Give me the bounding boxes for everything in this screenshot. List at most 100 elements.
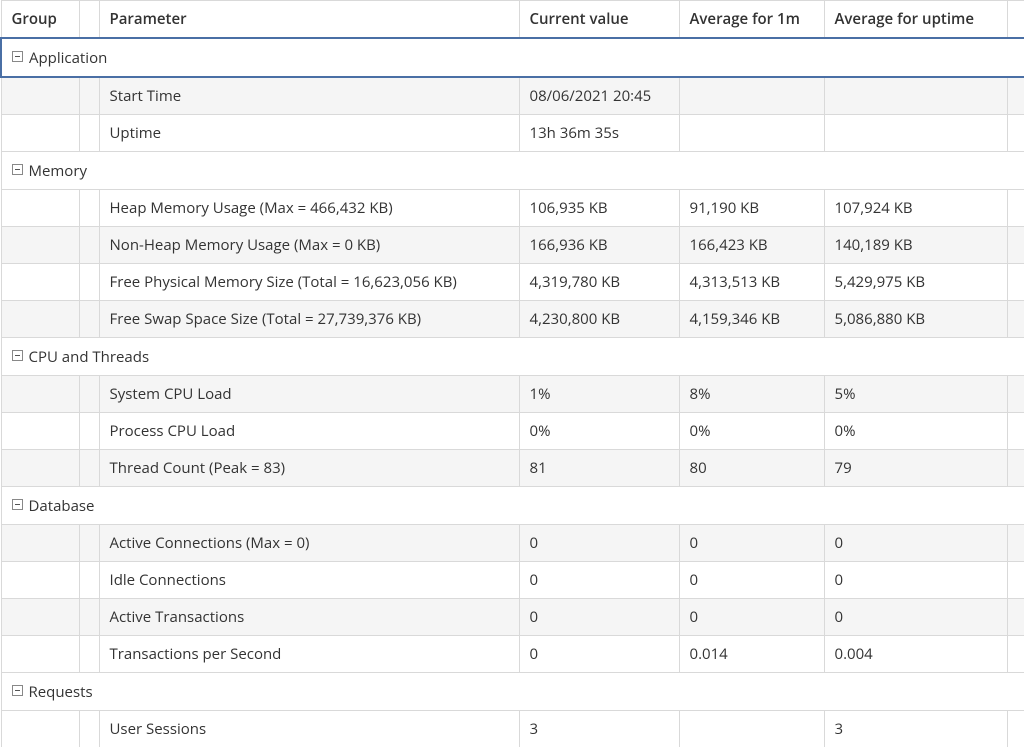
header-group[interactable]: Group: [1, 1, 79, 39]
cell-parameter: Thread Count (Peak = 83): [99, 449, 519, 486]
table-row[interactable]: Active Transactions000: [1, 598, 1024, 635]
cell-uptime: 3: [824, 710, 1007, 747]
cell-avg1m: 0: [679, 598, 824, 635]
cell-group: [1, 375, 79, 412]
cell-parameter: Active Connections (Max = 0): [99, 524, 519, 561]
table-row[interactable]: System CPU Load1%8%5%: [1, 375, 1024, 412]
collapse-icon[interactable]: [12, 51, 23, 62]
table-row[interactable]: Non-Heap Memory Usage (Max = 0 KB)166,93…: [1, 226, 1024, 263]
group-row[interactable]: Database: [1, 486, 1024, 524]
cell-group: [1, 561, 79, 598]
cell-extra: [1007, 635, 1024, 672]
cell-extra: [1007, 710, 1024, 747]
table-row[interactable]: Idle Connections000: [1, 561, 1024, 598]
table-row[interactable]: Start Time08/06/2021 20:45: [1, 77, 1024, 115]
cell-current: 0: [519, 598, 679, 635]
header-extra-col: [1007, 1, 1024, 39]
cell-icon: [79, 561, 99, 598]
cell-uptime: 0%: [824, 412, 1007, 449]
table-row[interactable]: User Sessions33: [1, 710, 1024, 747]
cell-parameter: Free Swap Space Size (Total = 27,739,376…: [99, 300, 519, 337]
cell-parameter: Heap Memory Usage (Max = 466,432 KB): [99, 189, 519, 226]
cell-icon: [79, 77, 99, 115]
group-row[interactable]: CPU and Threads: [1, 337, 1024, 375]
cell-avg1m: 8%: [679, 375, 824, 412]
cell-current: 0: [519, 561, 679, 598]
collapse-icon[interactable]: [12, 350, 23, 361]
cell-uptime: 5%: [824, 375, 1007, 412]
table-row[interactable]: Uptime13h 36m 35s: [1, 114, 1024, 151]
header-icon-col: [79, 1, 99, 39]
collapse-icon[interactable]: [12, 499, 23, 510]
cell-uptime: 0: [824, 598, 1007, 635]
collapse-icon[interactable]: [12, 164, 23, 175]
cell-current: 3: [519, 710, 679, 747]
cell-group: [1, 598, 79, 635]
cell-current: 0%: [519, 412, 679, 449]
group-row[interactable]: Requests: [1, 672, 1024, 710]
header-current[interactable]: Current value: [519, 1, 679, 39]
cell-extra: [1007, 598, 1024, 635]
cell-icon: [79, 598, 99, 635]
table-row[interactable]: Active Connections (Max = 0)000: [1, 524, 1024, 561]
cell-parameter: Start Time: [99, 77, 519, 115]
cell-extra: [1007, 114, 1024, 151]
cell-uptime: 0.004: [824, 635, 1007, 672]
header-parameter[interactable]: Parameter: [99, 1, 519, 39]
cell-current: 81: [519, 449, 679, 486]
group-label: CPU and Threads: [29, 347, 150, 367]
cell-avg1m: 0: [679, 524, 824, 561]
cell-avg1m: [679, 77, 824, 115]
cell-avg1m: 0%: [679, 412, 824, 449]
cell-current: 106,935 KB: [519, 189, 679, 226]
cell-extra: [1007, 412, 1024, 449]
table-row[interactable]: Free Physical Memory Size (Total = 16,62…: [1, 263, 1024, 300]
cell-parameter: Process CPU Load: [99, 412, 519, 449]
cell-group: [1, 226, 79, 263]
cell-extra: [1007, 561, 1024, 598]
header-avg1m[interactable]: Average for 1m: [679, 1, 824, 39]
cell-uptime: 5,429,975 KB: [824, 263, 1007, 300]
cell-uptime: 0: [824, 524, 1007, 561]
cell-current: 08/06/2021 20:45: [519, 77, 679, 115]
collapse-icon[interactable]: [12, 685, 23, 696]
cell-current: 4,230,800 KB: [519, 300, 679, 337]
table-row[interactable]: Transactions per Second00.0140.004: [1, 635, 1024, 672]
cell-avg1m: 91,190 KB: [679, 189, 824, 226]
group-label: Application: [29, 48, 107, 68]
cell-avg1m: 80: [679, 449, 824, 486]
cell-avg1m: [679, 114, 824, 151]
cell-parameter: System CPU Load: [99, 375, 519, 412]
cell-extra: [1007, 77, 1024, 115]
cell-extra: [1007, 300, 1024, 337]
cell-group: [1, 449, 79, 486]
cell-group: [1, 524, 79, 561]
group-label: Memory: [29, 161, 87, 181]
cell-extra: [1007, 263, 1024, 300]
cell-uptime: [824, 114, 1007, 151]
header-uptime[interactable]: Average for uptime: [824, 1, 1007, 39]
cell-group: [1, 189, 79, 226]
cell-icon: [79, 114, 99, 151]
cell-icon: [79, 449, 99, 486]
cell-avg1m: 4,313,513 KB: [679, 263, 824, 300]
group-row[interactable]: Memory: [1, 151, 1024, 189]
cell-uptime: [824, 77, 1007, 115]
cell-uptime: 0: [824, 561, 1007, 598]
cell-extra: [1007, 524, 1024, 561]
cell-icon: [79, 524, 99, 561]
group-row[interactable]: Application: [1, 38, 1024, 77]
cell-extra: [1007, 449, 1024, 486]
cell-group: [1, 77, 79, 115]
table-row[interactable]: Free Swap Space Size (Total = 27,739,376…: [1, 300, 1024, 337]
cell-parameter: Uptime: [99, 114, 519, 151]
cell-current: 13h 36m 35s: [519, 114, 679, 151]
cell-group: [1, 412, 79, 449]
table-row[interactable]: Process CPU Load0%0%0%: [1, 412, 1024, 449]
cell-current: 4,319,780 KB: [519, 263, 679, 300]
cell-avg1m: 4,159,346 KB: [679, 300, 824, 337]
table-row[interactable]: Thread Count (Peak = 83)818079: [1, 449, 1024, 486]
cell-group: [1, 114, 79, 151]
cell-parameter: Idle Connections: [99, 561, 519, 598]
table-row[interactable]: Heap Memory Usage (Max = 466,432 KB)106,…: [1, 189, 1024, 226]
